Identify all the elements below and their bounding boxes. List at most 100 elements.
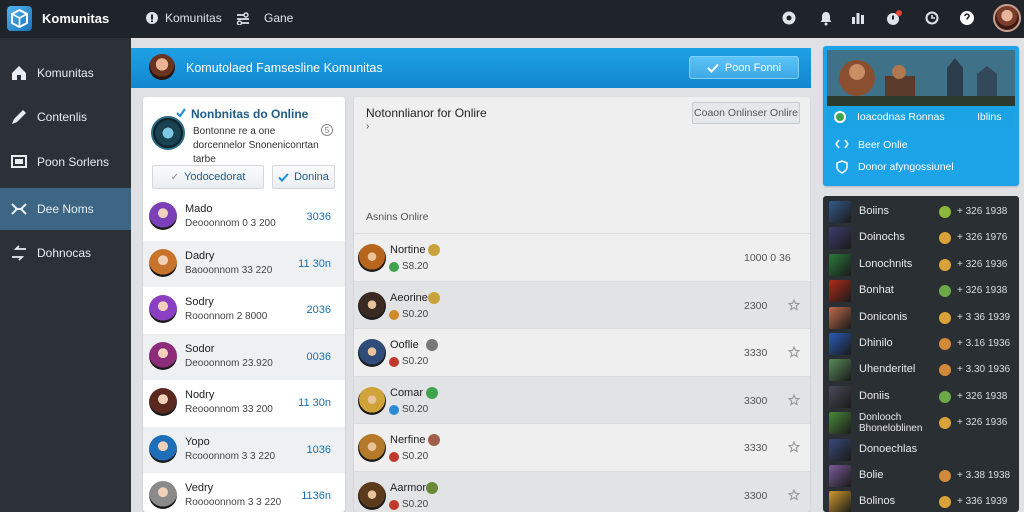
user-avatar[interactable] bbox=[993, 4, 1021, 32]
header-action-label: Poon Fonni bbox=[724, 61, 782, 74]
player-avatar bbox=[149, 202, 177, 230]
secondary-card-button-label: Donina bbox=[294, 171, 329, 183]
player-avatar bbox=[149, 248, 177, 277]
favorite-star-icon[interactable] bbox=[788, 346, 800, 358]
activity-value: 1000 0 36 bbox=[744, 252, 791, 264]
coin-icon bbox=[939, 390, 951, 403]
player-avatar bbox=[149, 481, 177, 509]
player-name: Yopo bbox=[185, 435, 210, 448]
activity-panel: Notonnlianor for Onlire › Coaon Onlinser… bbox=[354, 97, 810, 512]
expand-caret-icon[interactable]: › bbox=[366, 121, 369, 132]
favorite-star-icon[interactable] bbox=[788, 393, 800, 406]
coin-icon bbox=[939, 232, 951, 245]
ranking-row[interactable]: Donlooch Bhoneloblinen + 326 1936 bbox=[823, 409, 1019, 436]
sidebar-item-komunitas[interactable]: Komunitas bbox=[0, 52, 131, 94]
activity-row[interactable]: Nerfine S0.20 3330 bbox=[354, 423, 810, 471]
player-row[interactable]: Vedry Rooooonnom 3 3 220 1136n bbox=[143, 473, 345, 512]
ranking-row[interactable]: Boiins + 326 1938 bbox=[823, 198, 1019, 225]
ranking-row[interactable]: Donoechlas bbox=[823, 436, 1019, 463]
activity-row[interactable]: Aeorine S0.20 2300 bbox=[354, 280, 810, 329]
verified-icon bbox=[176, 108, 186, 118]
activity-row[interactable]: Nortine S8.20 1000 0 36 bbox=[354, 233, 810, 281]
ranking-row[interactable]: Bonhat + 326 1938 bbox=[823, 277, 1019, 304]
player-row[interactable]: Mado Deooonnom 0 3 200 3036 bbox=[143, 194, 345, 240]
ranking-score: + 326 1938 bbox=[957, 285, 1008, 297]
online-status-icon bbox=[834, 111, 846, 123]
ranking-row[interactable]: Bolinos + 336 1939 bbox=[823, 488, 1019, 512]
ranking-row[interactable]: Uhenderitel + 3.30 1936 bbox=[823, 356, 1019, 383]
ranking-row[interactable]: Lonochnits + 326 1936 bbox=[823, 251, 1019, 278]
secondary-card-button[interactable]: Donina bbox=[272, 165, 335, 189]
settings-icon[interactable] bbox=[779, 8, 799, 28]
favorite-star-icon[interactable] bbox=[788, 441, 800, 453]
banner-link-1[interactable]: Beer Onlie bbox=[858, 139, 908, 151]
player-stats: Reooonnom 33 200 bbox=[185, 404, 273, 415]
sidebar-item-contenlis[interactable]: Contenlis bbox=[0, 96, 131, 138]
top-nav-gane[interactable]: Gane bbox=[236, 11, 293, 25]
panel-filter-button[interactable]: Coaon Onlinser Onlire bbox=[692, 102, 800, 124]
status-dot-icon bbox=[389, 404, 399, 415]
rank-badge-icon bbox=[426, 481, 438, 494]
ranking-row[interactable]: Doinochs + 326 1976 bbox=[823, 224, 1019, 251]
activity-meta: S8.20 bbox=[402, 261, 429, 272]
ranking-score: + 3.30 1936 bbox=[957, 364, 1011, 376]
activity-avatar bbox=[358, 386, 386, 415]
refresh-icon[interactable] bbox=[922, 8, 942, 28]
ranking-row[interactable]: Doniis + 326 1938 bbox=[823, 383, 1019, 410]
player-name: Sodry bbox=[185, 296, 214, 308]
info-icon[interactable]: 5 bbox=[321, 124, 333, 136]
player-row[interactable]: Sodor Deooonnom 23.920 0036 bbox=[143, 333, 345, 380]
player-name: Mado bbox=[185, 203, 213, 215]
favorite-star-icon[interactable] bbox=[788, 488, 800, 501]
featured-banner[interactable]: Ioacodnas Ronnas Iblins Beer Onlie Donor… bbox=[823, 46, 1019, 186]
activity-row[interactable]: Comar S0.20 3300 bbox=[354, 375, 810, 424]
ranking-name: Doniis bbox=[859, 389, 890, 402]
ranking-score: + 336 1939 bbox=[957, 496, 1008, 508]
pen-icon bbox=[12, 110, 26, 124]
sidebar-item-label: Dee Noms bbox=[37, 202, 94, 216]
sidebar-item-poon-sorlens[interactable]: Poon Sorlens bbox=[0, 141, 131, 183]
activity-name: Aeorine bbox=[390, 291, 428, 304]
trophy-icon[interactable] bbox=[848, 8, 868, 28]
notification-icon[interactable] bbox=[816, 8, 836, 28]
status-dot-icon bbox=[389, 357, 399, 367]
activity-avatar bbox=[358, 481, 386, 510]
coin-icon bbox=[939, 258, 951, 271]
ranking-row[interactable]: Bolie + 3.38 1938 bbox=[823, 462, 1019, 489]
coin-icon bbox=[939, 206, 951, 218]
featured-title: Ioacodnas Ronnas bbox=[857, 111, 945, 123]
player-score: 1036 bbox=[306, 443, 331, 456]
player-score: 11 30n bbox=[298, 257, 331, 270]
banner-link-2[interactable]: Donor afyngossiunel bbox=[858, 161, 954, 173]
activity-value: 2300 bbox=[744, 299, 768, 312]
top-nav-komunitas[interactable]: Komunitas bbox=[145, 11, 222, 25]
player-stats: Deooonnom 23.920 bbox=[185, 357, 273, 369]
header-action-button[interactable]: Poon Fonni bbox=[689, 56, 799, 79]
coin-icon bbox=[939, 364, 951, 377]
player-row[interactable]: Nodry Reooonnom 33 200 11 30n bbox=[143, 380, 345, 426]
sidebar-item-dohnocas[interactable]: Dohnocas bbox=[0, 232, 131, 274]
app-logo-icon[interactable] bbox=[7, 6, 32, 31]
activity-avatar bbox=[358, 434, 386, 462]
favorite-star-icon[interactable] bbox=[788, 298, 800, 311]
ranking-row[interactable]: Doniconis + 3 36 1939 bbox=[823, 304, 1019, 331]
activity-avatar bbox=[358, 339, 386, 367]
ranking-avatar bbox=[829, 438, 851, 461]
status-dot-icon bbox=[389, 499, 399, 510]
primary-card-button[interactable]: ✓ Yodocedorat bbox=[152, 165, 264, 189]
featured-game-art bbox=[827, 50, 1015, 106]
link-icon bbox=[835, 139, 849, 149]
community-header: Komutolaed Famsesline Komunitas Poon Fon… bbox=[131, 48, 811, 88]
alert-icon[interactable] bbox=[884, 8, 904, 28]
help-icon[interactable] bbox=[957, 8, 977, 28]
player-row[interactable]: Dadry Baooonnom 33 220 11 30n bbox=[143, 240, 345, 287]
sidebar-item-label: Komunitas bbox=[37, 66, 94, 80]
activity-value: 3330 bbox=[744, 442, 768, 454]
player-avatar bbox=[149, 295, 177, 323]
player-row[interactable]: Sodry Rooonnom 2 8000 2036 bbox=[143, 287, 345, 333]
ranking-row[interactable]: Dhinilo + 3.16 1936 bbox=[823, 330, 1019, 357]
player-row[interactable]: Yopo Rcooonnom 3 3 220 1036 bbox=[143, 426, 345, 473]
activity-row[interactable]: Ooflie S0.20 3330 bbox=[354, 328, 810, 376]
sidebar-item-dee-noms[interactable]: Dee Noms bbox=[0, 188, 131, 230]
activity-row[interactable]: Aarmor S0.20 3300 bbox=[354, 470, 810, 512]
